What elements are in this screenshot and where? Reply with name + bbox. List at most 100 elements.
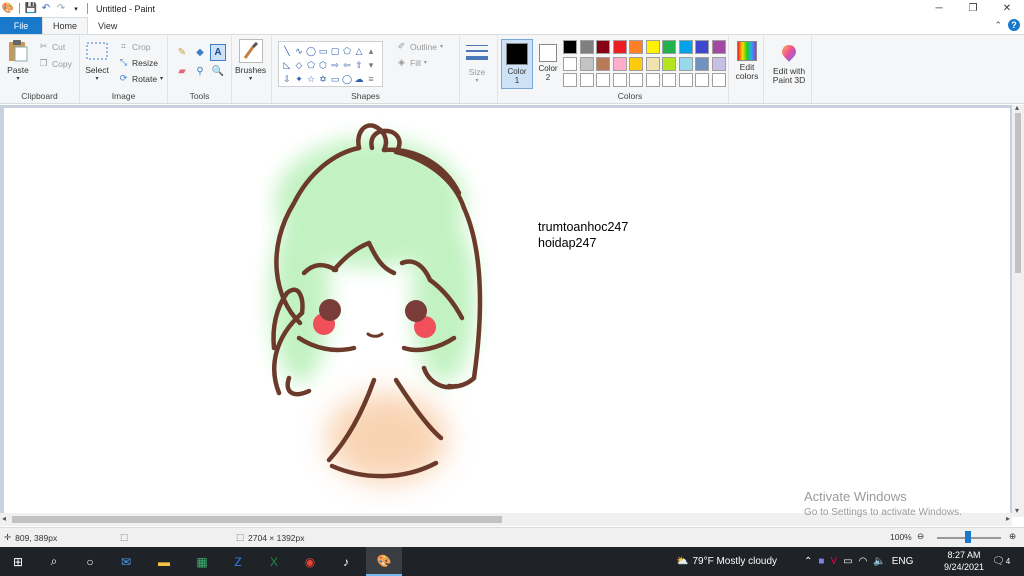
palette-swatch[interactable] [579, 73, 594, 87]
palette-swatch[interactable] [596, 73, 610, 87]
select-dropdown-icon[interactable]: ▾ [95, 75, 98, 82]
oval-shape-icon[interactable]: ◯ [305, 44, 317, 58]
palette-swatch[interactable] [678, 40, 693, 54]
help-icon[interactable]: ? [1008, 19, 1020, 31]
scroll-right-icon[interactable]: ▸ [1006, 514, 1010, 523]
paste-dropdown-icon[interactable]: ▾ [16, 75, 19, 82]
palette-swatch[interactable] [563, 56, 577, 71]
palette-swatch[interactable] [711, 40, 726, 54]
line-shape-icon[interactable]: ╲ [281, 44, 293, 58]
resize-button[interactable]: ⤡ Resize [118, 57, 158, 68]
edit-colors-button[interactable]: Edit colors [733, 41, 761, 81]
callout-oval-shape-icon[interactable]: ◯ [341, 72, 353, 86]
arrow-left-shape-icon[interactable]: ⇦ [341, 58, 353, 72]
shapes-scroll-down-icon[interactable]: ▾ [365, 58, 377, 72]
scroll-up-icon[interactable]: ▴ [1015, 103, 1019, 112]
eraser-icon[interactable]: ▰ [174, 63, 190, 80]
tiktok-icon[interactable]: ♪ [328, 547, 364, 576]
close-button[interactable]: ✕ [990, 0, 1024, 17]
zoom-slider-thumb[interactable] [965, 531, 971, 543]
hexagon-shape-icon[interactable]: ⬡ [317, 58, 329, 72]
rectangle-shape-icon[interactable]: ▭ [317, 44, 329, 58]
paint3d-button[interactable]: Edit with Paint 3D [768, 41, 810, 85]
palette-swatch[interactable] [695, 40, 709, 54]
star4-shape-icon[interactable]: ✦ [293, 72, 305, 86]
teams-icon[interactable]: ■ [818, 556, 824, 567]
palette-swatch[interactable] [645, 73, 660, 87]
palette-swatch[interactable] [629, 56, 643, 71]
triangle-shape-icon[interactable]: △ [353, 44, 365, 58]
palette-swatch[interactable] [711, 73, 726, 87]
arrow-down-shape-icon[interactable]: ⇩ [281, 72, 293, 86]
battery-icon[interactable]: ▭ [843, 556, 852, 567]
palette-swatch[interactable] [579, 40, 594, 54]
palette-swatch[interactable] [596, 40, 610, 54]
excel-icon[interactable]: X [256, 547, 292, 576]
text-tool-icon[interactable]: A [210, 44, 226, 61]
vertical-scroll-thumb[interactable] [1015, 113, 1021, 273]
paint-taskbar-icon[interactable]: 🎨 [366, 547, 402, 576]
copy-button[interactable]: ❐ Copy [38, 58, 71, 69]
spreadsheet-app-icon[interactable]: ▦ [184, 547, 220, 576]
collapse-ribbon-icon[interactable]: ⌃ [994, 20, 1002, 31]
tab-view[interactable]: View [88, 17, 127, 34]
palette-swatch[interactable] [629, 40, 643, 54]
diamond-shape-icon[interactable]: ◇ [293, 58, 305, 72]
zoom-out-icon[interactable]: ⊖ [917, 531, 924, 542]
star6-shape-icon[interactable]: ✡ [317, 72, 329, 86]
rounded-rect-shape-icon[interactable]: ▢ [329, 44, 341, 58]
palette-swatch[interactable] [695, 73, 709, 87]
star5-shape-icon[interactable]: ☆ [305, 72, 317, 86]
rotate-button[interactable]: ⟳ Rotate ▾ [118, 73, 163, 84]
cut-button[interactable]: ✂ Cut [38, 41, 66, 52]
volume-icon[interactable]: 🔈 [873, 556, 885, 567]
crop-button[interactable]: ⌗ Crop [118, 41, 150, 52]
magnifier-icon[interactable]: 🔍 [210, 63, 226, 80]
chrome-icon[interactable]: ◉ [292, 547, 328, 576]
minimize-button[interactable]: ─ [922, 0, 956, 17]
cortana-icon[interactable]: ○ [72, 547, 108, 576]
paste-button[interactable]: Paste ▾ [6, 39, 30, 82]
customize-qa-icon[interactable]: ▾ [70, 3, 82, 15]
notifications-button[interactable]: 🗨 4 [992, 547, 1010, 576]
start-windows-icon[interactable]: ⊞ [0, 547, 36, 576]
color-picker-icon[interactable]: ⚲ [192, 63, 208, 80]
shapes-gallery[interactable]: ╲ ∿ ◯ ▭ ▢ ⬠ △ ▴ ◺ ◇ ⬠ ⬡ ⇨ ⇦ ⇧ ▾ ⇩ ✦ ☆ ✡ ▭ ◯ ☁ ≡ [278, 41, 383, 87]
palette-swatch[interactable] [662, 40, 676, 54]
palette-swatch[interactable] [645, 40, 660, 54]
palette-swatch[interactable] [662, 73, 676, 87]
fill-bucket-icon[interactable]: ◆ [192, 44, 208, 61]
palette-swatch[interactable] [596, 56, 610, 71]
shapes-more-icon[interactable]: ≡ [365, 72, 377, 86]
arrow-up-shape-icon[interactable]: ⇧ [353, 58, 365, 72]
color2-button[interactable]: Color 2 [532, 39, 564, 89]
scroll-left-icon[interactable]: ◂ [2, 514, 6, 523]
show-hidden-icons-icon[interactable]: ⌃ [804, 556, 812, 567]
curve-shape-icon[interactable]: ∿ [293, 44, 305, 58]
palette-swatch[interactable] [678, 56, 693, 71]
palette-swatch[interactable] [645, 56, 660, 71]
vertical-scrollbar[interactable]: ▴ ▾ [1012, 103, 1024, 517]
pentagon-shape-icon[interactable]: ⬠ [305, 58, 317, 72]
arrow-right-shape-icon[interactable]: ⇨ [329, 58, 341, 72]
mail-icon[interactable]: ✉ [108, 547, 144, 576]
palette-swatch[interactable] [612, 73, 627, 87]
fill-button[interactable]: ◈ Fill ▾ [396, 57, 427, 68]
undo-icon[interactable]: ↶ [40, 3, 52, 15]
palette-swatch[interactable] [695, 56, 709, 71]
save-icon[interactable]: 💾 [25, 3, 37, 15]
redo-icon[interactable]: ↷ [55, 3, 67, 15]
palette-swatch[interactable] [579, 56, 594, 71]
palette-swatch[interactable] [662, 56, 676, 71]
outline-button[interactable]: ✐ Outline ▾ [396, 41, 443, 52]
canvas-text-box[interactable]: trumtoanhoc247 hoidap247 [538, 219, 628, 251]
polygon-shape-icon[interactable]: ⬠ [341, 44, 353, 58]
scroll-down-icon[interactable]: ▾ [1015, 506, 1019, 515]
palette-swatch[interactable] [678, 73, 693, 87]
wifi-icon[interactable]: ◠ [859, 556, 868, 567]
weather-widget[interactable]: ⛅ 79°F Mostly cloudy [676, 547, 777, 576]
callout-rect-shape-icon[interactable]: ▭ [329, 72, 341, 86]
zalo-icon[interactable]: Z [220, 547, 256, 576]
size-button[interactable]: Size ▾ [465, 41, 489, 84]
palette-swatch[interactable] [612, 56, 627, 71]
